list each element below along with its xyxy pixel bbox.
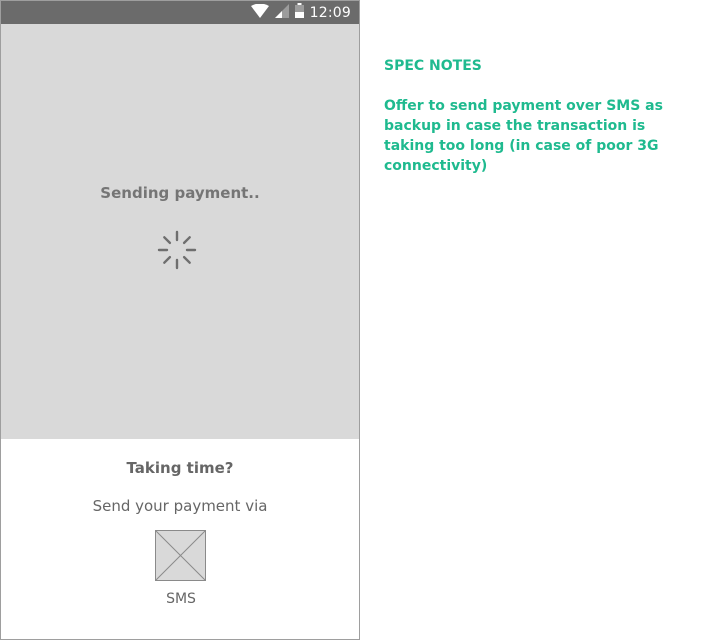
send-via-text: Send your payment via (92, 497, 268, 515)
sending-payment-text: Sending payment.. (100, 184, 260, 202)
spec-notes: SPEC NOTES Offer to send payment over SM… (384, 56, 694, 176)
phone-frame: 12:09 Sending payment.. Taking time? Sen… (0, 0, 360, 640)
image-placeholder-icon (155, 530, 206, 581)
battery-icon (294, 3, 304, 22)
sms-option-button[interactable]: SMS (155, 530, 207, 607)
status-bar: 12:09 (1, 1, 359, 24)
status-time: 12:09 (309, 4, 351, 21)
signal-icon (274, 3, 289, 22)
spec-notes-body: Offer to send payment over SMS as backup… (384, 98, 663, 174)
taking-time-title: Taking time? (126, 459, 234, 477)
spec-notes-heading: SPEC NOTES (384, 58, 482, 74)
sms-label: SMS (166, 591, 196, 607)
fallback-panel: Taking time? Send your payment via SMS (1, 439, 359, 639)
wifi-icon (250, 3, 269, 22)
loading-spinner-icon (156, 229, 198, 271)
loading-panel: Sending payment.. (1, 24, 359, 439)
